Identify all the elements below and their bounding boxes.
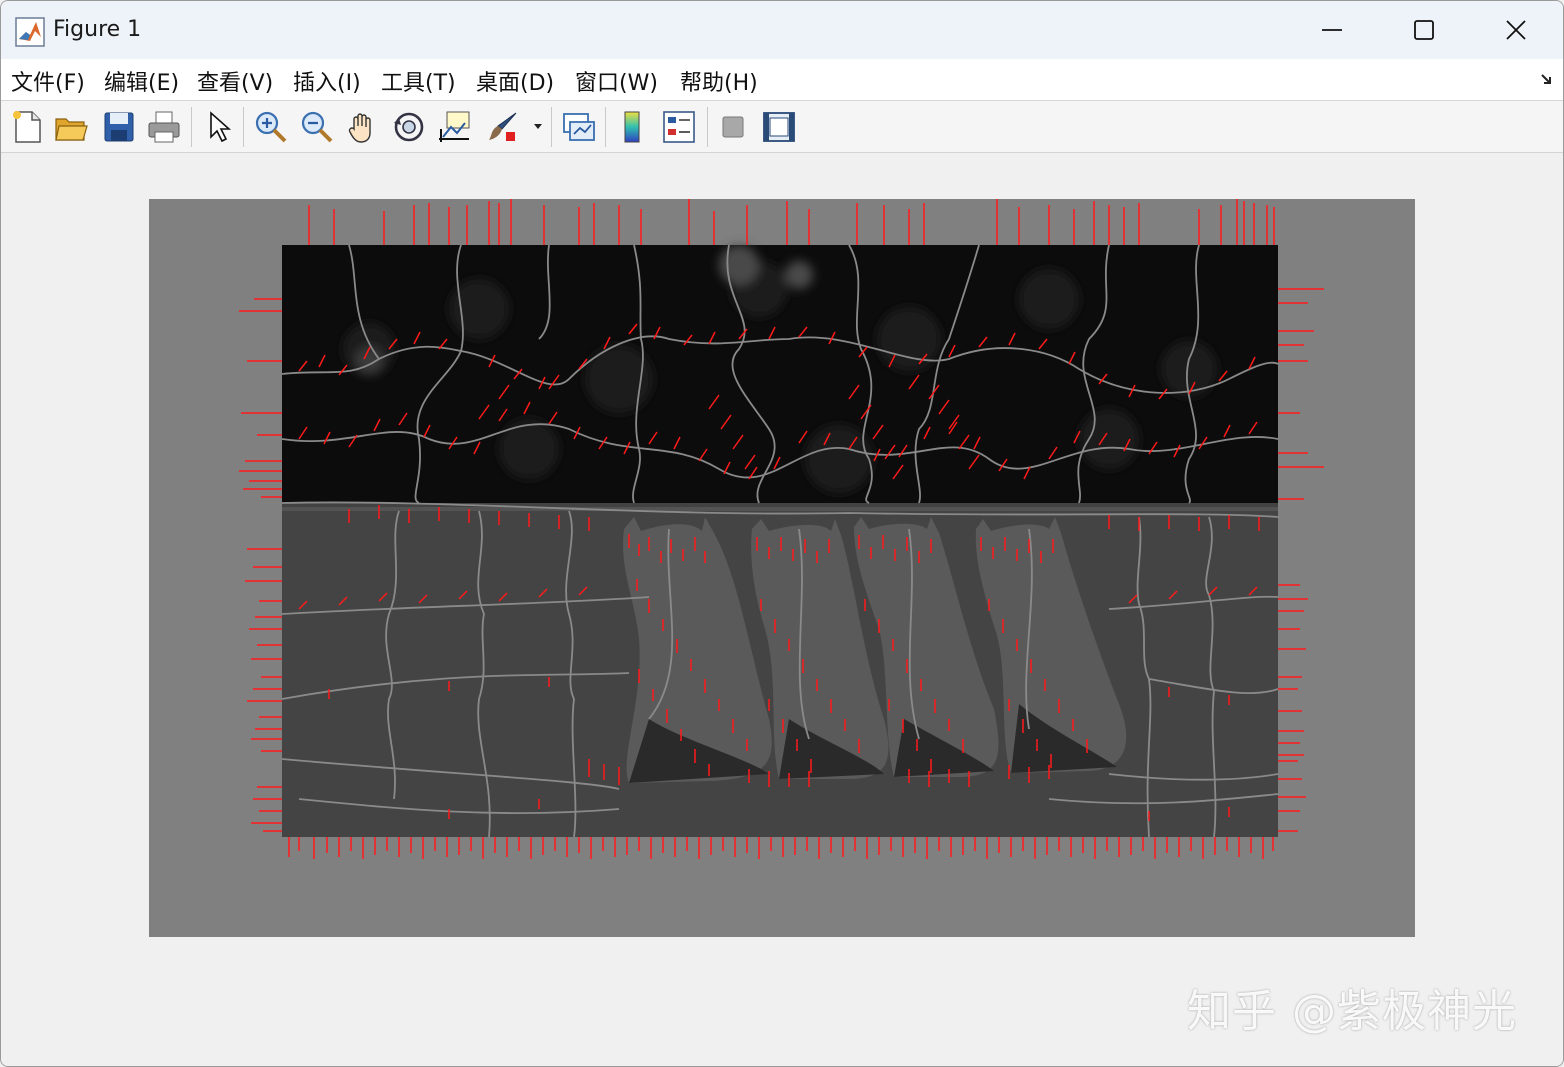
top-edge-markers [308, 199, 1275, 245]
show-plot-tools-icon [763, 112, 795, 142]
menu-edit[interactable]: 编辑(E) [104, 65, 179, 97]
menu-tools[interactable]: 工具(T) [381, 65, 456, 97]
menu-file[interactable]: 文件(F) [11, 65, 85, 97]
link-plot-icon [563, 113, 595, 141]
brush-button[interactable] [486, 109, 522, 145]
menu-help[interactable]: 帮助(H) [680, 65, 758, 97]
superpixel-gradient-image [239, 199, 1324, 859]
maximize-icon [1414, 20, 1434, 40]
bottom-edge-markers [288, 837, 1274, 859]
close-button[interactable] [1470, 1, 1562, 59]
new-figure-icon [13, 111, 41, 143]
show-plot-tools-button[interactable] [761, 109, 797, 145]
legend-icon [663, 111, 695, 143]
legend-button[interactable] [661, 109, 697, 145]
menu-view[interactable]: 查看(V) [197, 65, 273, 97]
menu-window[interactable]: 窗口(W) [575, 65, 658, 97]
new-figure-button[interactable] [9, 109, 45, 145]
dock-arrow-icon[interactable] [1539, 71, 1555, 87]
zoom-out-icon [301, 111, 333, 143]
brush-icon [489, 112, 517, 141]
save-icon [104, 112, 134, 142]
menu-insert[interactable]: 插入(I) [293, 65, 361, 97]
menu-bar: 文件(F) 编辑(E) 查看(V) 插入(I) 工具(T) 桌面(D) 窗口(W… [1, 59, 1563, 101]
figure-canvas: 知乎 @紫极神光 [1, 153, 1563, 1066]
hide-plot-tools-button[interactable] [715, 109, 751, 145]
zoom-in-icon [255, 111, 287, 143]
brush-dropdown-icon [534, 124, 542, 129]
open-file-button[interactable] [53, 109, 89, 145]
brush-dropdown-button[interactable] [531, 109, 545, 145]
watermark: 知乎 @紫极神光 [1187, 986, 1517, 1037]
maximize-button[interactable] [1378, 1, 1470, 59]
toolbar-separator [707, 107, 708, 147]
window-title: Figure 1 [53, 17, 142, 42]
save-button[interactable] [101, 109, 137, 145]
rotate-3d-button[interactable] [391, 109, 427, 145]
data-cursor-icon [439, 111, 470, 142]
image-axes [149, 199, 1415, 937]
edit-plot-arrow-icon [210, 111, 232, 143]
edit-plot-button[interactable] [201, 109, 237, 145]
pan-hand-icon [348, 113, 371, 143]
colorbar-icon [624, 111, 640, 143]
toolbar-separator [243, 107, 244, 147]
print-icon [148, 111, 180, 143]
hide-plot-tools-icon [722, 116, 744, 138]
close-icon [1506, 20, 1526, 40]
colorbar-button[interactable] [615, 109, 651, 145]
link-plot-button[interactable] [561, 109, 597, 145]
open-file-icon [55, 118, 88, 141]
left-edge-markers [239, 298, 282, 832]
zoom-out-button[interactable] [299, 109, 335, 145]
rotate-3d-icon [394, 112, 424, 142]
matlab-icon [15, 17, 45, 47]
figure-window: Figure 1 文件(F) 编辑(E) 查看(V) 插入(I) 工具(T) 桌… [0, 0, 1564, 1067]
print-button[interactable] [146, 109, 182, 145]
right-edge-markers [1278, 288, 1324, 832]
minimize-icon [1322, 29, 1342, 31]
minimize-button[interactable] [1286, 1, 1378, 59]
menu-desktop[interactable]: 桌面(D) [476, 65, 554, 97]
toolbar-separator [191, 107, 192, 147]
figure-toolbar [1, 101, 1563, 153]
data-cursor-button[interactable] [437, 109, 473, 145]
pan-button[interactable] [345, 109, 381, 145]
title-bar[interactable]: Figure 1 [1, 1, 1563, 59]
toolbar-separator [605, 107, 606, 147]
toolbar-separator [551, 107, 552, 147]
zoom-in-button[interactable] [253, 109, 289, 145]
